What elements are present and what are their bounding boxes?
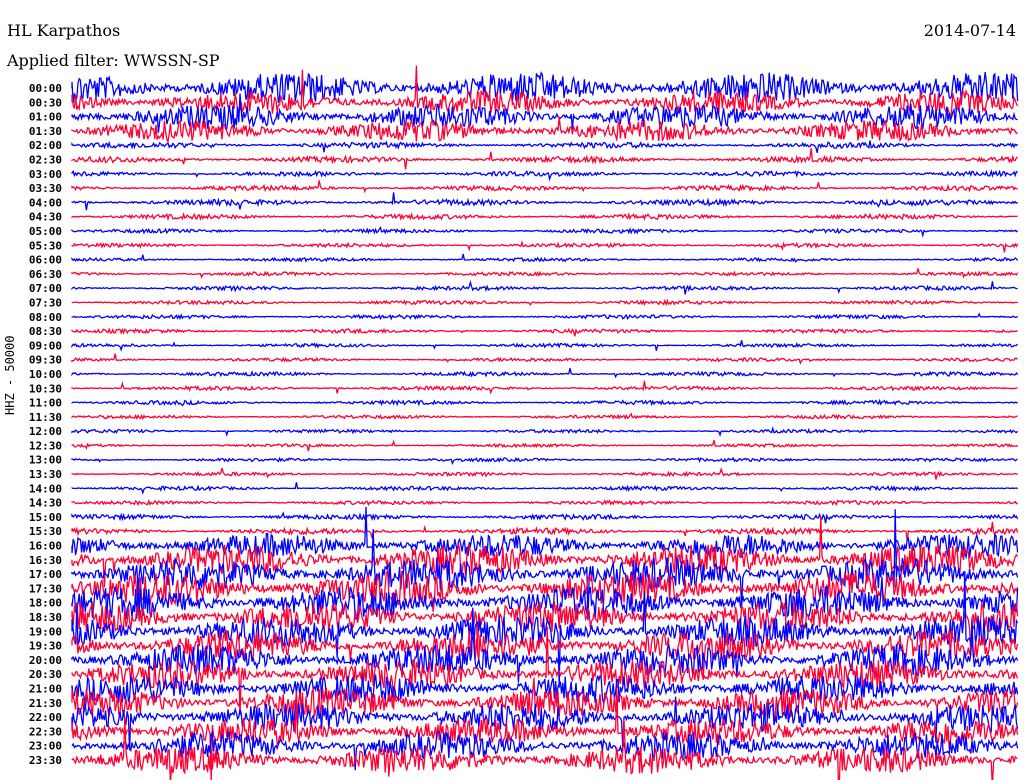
trace-0630: [71, 268, 1019, 279]
trace-1100: [71, 398, 1018, 407]
trace-0230: [71, 148, 1019, 170]
row-label: 03:00: [29, 168, 62, 181]
row-label: 13:00: [29, 454, 62, 467]
trace-0730: [71, 298, 1018, 307]
row-label: 17:00: [29, 568, 62, 581]
trace-0330: [71, 180, 1018, 194]
trace-0400: [71, 192, 1018, 211]
row-label: 01:30: [29, 125, 62, 138]
row-label: 14:00: [29, 482, 62, 495]
trace-1130: [71, 412, 1018, 421]
row-label: 08:00: [29, 311, 62, 324]
row-label: 08:30: [29, 325, 62, 338]
trace-0500: [71, 226, 1019, 238]
trace-1500: [71, 511, 1019, 524]
trace-0600: [71, 253, 1019, 263]
trace-0300: [71, 168, 1018, 182]
row-label: 13:30: [29, 468, 62, 481]
row-label: 10:00: [29, 368, 62, 381]
row-label: 04:30: [29, 211, 62, 224]
row-label: 15:00: [29, 511, 62, 524]
trace-0930: [71, 353, 1019, 365]
row-label: 22:00: [29, 711, 62, 724]
row-label: 20:30: [29, 668, 62, 681]
row-label: 18:30: [29, 611, 62, 624]
row-label: 11:00: [29, 397, 62, 410]
filter-label: Applied filter: WWSSN-SP: [7, 51, 220, 70]
trace-1300: [71, 456, 1018, 466]
trace-0130: [71, 116, 1018, 144]
row-label: 06:00: [29, 254, 62, 267]
row-label: 07:00: [29, 282, 62, 295]
row-label: 04:00: [29, 196, 62, 209]
row-label: 21:30: [29, 697, 62, 710]
row-label: 19:00: [29, 625, 62, 638]
trace-1430: [71, 499, 1018, 507]
row-label: 22:30: [29, 725, 62, 738]
trace-1000: [71, 368, 1019, 379]
trace-2300: [71, 729, 1019, 771]
row-label: 07:30: [29, 296, 62, 309]
row-label: 02:30: [29, 153, 62, 166]
trace-0700: [71, 279, 1018, 295]
row-label: 21:00: [29, 683, 62, 696]
trace-0900: [71, 340, 1019, 352]
row-label: 09:30: [29, 354, 62, 367]
y-axis-label: HHZ - 50000: [3, 335, 17, 415]
row-label: 19:30: [29, 640, 62, 653]
row-label: 15:30: [29, 525, 62, 538]
trace-0830: [71, 327, 1018, 337]
trace-1230: [71, 439, 1019, 452]
row-label: 06:30: [29, 268, 62, 281]
trace-1330: [71, 467, 1018, 480]
row-label: 23:00: [29, 740, 62, 753]
trace-0430: [71, 212, 1018, 222]
row-label: 16:30: [29, 554, 62, 567]
row-label: 05:00: [29, 225, 62, 238]
row-label: 02:00: [29, 139, 62, 152]
row-label: 12:00: [29, 425, 62, 438]
row-label: 05:30: [29, 239, 62, 252]
row-label: 12:30: [29, 439, 62, 452]
trace-1200: [71, 426, 1019, 437]
row-label: 09:00: [29, 339, 62, 352]
trace-0530: [71, 240, 1019, 253]
helicorder-plot: 00:0000:30 01:0001:3002:0002:30 03:0003:30…: [29, 65, 1019, 780]
trace-1030: [71, 380, 1018, 395]
row-label: 03:30: [29, 182, 62, 195]
row-label: 00:30: [29, 96, 62, 109]
row-label: 00:00: [29, 82, 62, 95]
row-label: 01:00: [29, 111, 62, 124]
row-label: 11:30: [29, 411, 62, 424]
row-label: 20:00: [29, 654, 62, 667]
row-label: 18:00: [29, 597, 62, 610]
row-label: 14:30: [29, 497, 62, 510]
row-label: 23:30: [29, 754, 62, 767]
trace-0800: [71, 312, 1018, 321]
trace-1530: [71, 521, 1019, 541]
trace-1400: [71, 482, 1018, 495]
row-label: 10:30: [29, 382, 62, 395]
row-label: 17:30: [29, 582, 62, 595]
row-label: 16:00: [29, 540, 62, 553]
trace-0200: [71, 140, 1019, 153]
